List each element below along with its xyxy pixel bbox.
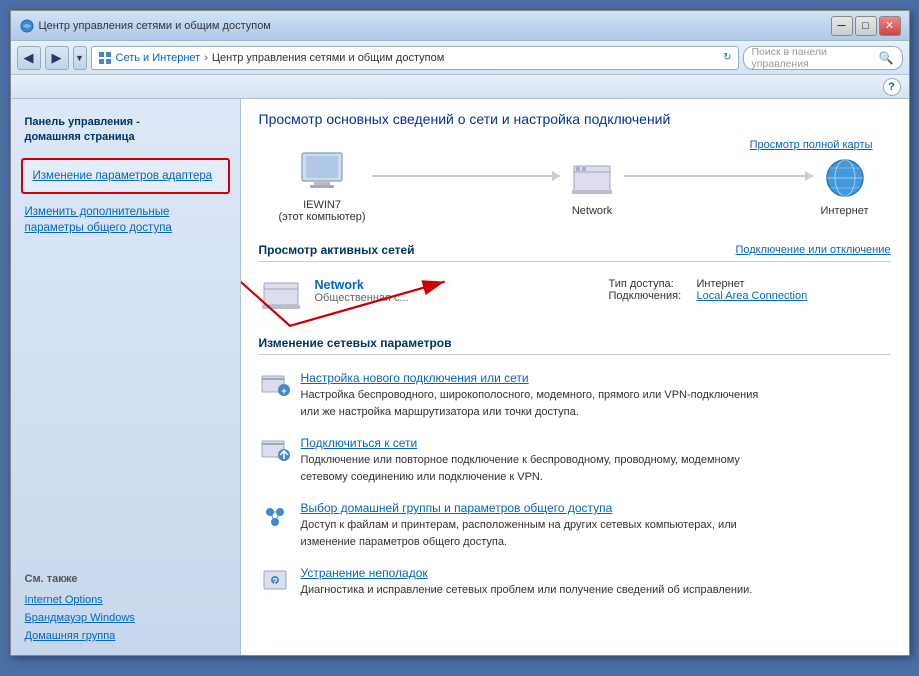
back-button[interactable]: ◀: [17, 46, 41, 70]
settings-text-0: Настройка нового подключения или сети На…: [301, 371, 891, 420]
settings-item-0: + Настройка нового подключения или сети …: [259, 363, 891, 428]
refresh-icon[interactable]: ↻: [723, 52, 731, 63]
setup-connection-icon: +: [259, 371, 291, 401]
map-label-network: Network: [572, 205, 612, 217]
settings-text-3: Устранение неполадок Диагностика и испра…: [301, 566, 891, 599]
connections-label: Подключения:: [609, 290, 689, 302]
access-type-value: Интернет: [697, 278, 745, 290]
change-section-title: Изменение сетевых параметров: [259, 336, 891, 355]
title-bar-left: Центр управления сетями и общим доступом: [19, 18, 271, 34]
search-icon: 🔍: [879, 51, 894, 65]
address-box[interactable]: Сеть и Интернет › Центр управления сетям…: [91, 46, 739, 70]
connect-network-icon: [259, 436, 291, 466]
close-button[interactable]: ✕: [879, 16, 901, 36]
title-bar-controls: ─ □ ✕: [831, 16, 901, 36]
main-window: Центр управления сетями и общим доступом…: [10, 10, 910, 656]
connect-disconnect-link[interactable]: Подключение или отключение: [735, 244, 890, 256]
forward-button[interactable]: ▶: [45, 46, 69, 70]
sidebar-sharing-settings[interactable]: Изменить дополнительные параметры общего…: [11, 200, 240, 240]
help-button[interactable]: ?: [883, 78, 901, 96]
network-map: Просмотр полной карты IEWIN7 (этот компь…: [259, 139, 891, 233]
network-info: Network Общественная с...: [315, 278, 597, 304]
setup-connection-desc: Настройка беспроводного, широкополосного…: [301, 387, 891, 420]
map-label-computer: IEWIN7 (этот компьютер): [279, 199, 366, 223]
breadcrumb-network[interactable]: Сеть и Интернет: [116, 52, 201, 64]
network-icon: [566, 155, 618, 201]
connections-value[interactable]: Local Area Connection: [697, 290, 808, 302]
view-full-map-link[interactable]: Просмотр полной карты: [750, 139, 873, 151]
map-connector-2: [624, 175, 812, 177]
connections-row: Подключения: Local Area Connection: [609, 290, 891, 302]
sidebar-home-title: Панель управления - домашняя страница: [11, 109, 240, 152]
settings-text-2: Выбор домашней группы и параметров общег…: [301, 501, 891, 550]
internet-icon: [819, 155, 871, 201]
svg-text:?: ?: [272, 577, 277, 586]
settings-item-2: Выбор домашней группы и параметров общег…: [259, 493, 891, 558]
sidebar-also-title: См. также: [11, 567, 240, 591]
map-item-computer: IEWIN7 (этот компьютер): [279, 149, 366, 223]
maximize-button[interactable]: □: [855, 16, 877, 36]
troubleshoot-desc: Диагностика и исправление сетевых пробле…: [301, 582, 891, 599]
connect-network-link[interactable]: Подключиться к сети: [301, 436, 891, 450]
active-networks-title: Просмотр активных сетей: [259, 243, 415, 257]
network-row: Network Общественная с... Тип доступа: И…: [259, 270, 891, 324]
troubleshoot-link[interactable]: Устранение неполадок: [301, 566, 891, 580]
change-settings-section: Изменение сетевых параметров + Настройка…: [259, 336, 891, 607]
page-title: Просмотр основных сведений о сети и наст…: [259, 111, 891, 127]
settings-item-1: Подключиться к сети Подключение или повт…: [259, 428, 891, 493]
sidebar: Панель управления - домашняя страница Из…: [11, 99, 241, 655]
title-text: Центр управления сетями и общим доступом: [39, 20, 271, 32]
setup-connection-link[interactable]: Настройка нового подключения или сети: [301, 371, 891, 385]
search-placeholder: Поиск в панели управления: [752, 46, 875, 70]
dropdown-button[interactable]: ▼: [73, 46, 87, 70]
content-area: Просмотр основных сведений о сети и наст…: [241, 99, 909, 655]
sidebar-adapter-settings[interactable]: Изменение параметров адаптера: [21, 158, 230, 194]
grid-icon: [98, 51, 112, 65]
homegroup-icon: [259, 501, 291, 531]
map-connector-1: [372, 175, 560, 177]
title-bar: Центр управления сетями и общим доступом…: [11, 11, 909, 41]
minimize-button[interactable]: ─: [831, 16, 853, 36]
breadcrumb-separator: ›: [204, 52, 208, 64]
sidebar-spacer: [11, 240, 240, 567]
active-networks-header: Просмотр активных сетей Подключение или …: [259, 243, 891, 262]
sidebar-internet-options[interactable]: Internet Options: [11, 591, 240, 609]
main-area: Панель управления - домашняя страница Из…: [11, 99, 909, 655]
settings-text-1: Подключиться к сети Подключение или повт…: [301, 436, 891, 485]
breadcrumb-current: Центр управления сетями и общим доступом: [212, 52, 444, 64]
sidebar-firewall[interactable]: Брандмауэр Windows: [11, 609, 240, 627]
access-type-row: Тип доступа: Интернет: [609, 278, 891, 290]
active-network-icon: [259, 278, 303, 316]
computer-icon: [296, 149, 348, 195]
map-item-internet: Интернет: [819, 155, 871, 217]
troubleshoot-icon: ?: [259, 566, 291, 596]
access-type-label: Тип доступа:: [609, 278, 689, 290]
homegroup-desc: Доступ к файлам и принтерам, расположенн…: [301, 517, 891, 550]
search-box[interactable]: Поиск в панели управления 🔍: [743, 46, 903, 70]
map-item-network: Network: [566, 155, 618, 217]
app-icon: [19, 18, 35, 34]
map-label-internet: Интернет: [821, 205, 869, 217]
help-bar: ?: [11, 75, 909, 99]
sidebar-homegroup[interactable]: Домашняя группа: [11, 627, 240, 645]
settings-item-3: ? Устранение неполадок Диагностика и исп…: [259, 558, 891, 607]
network-details: Тип доступа: Интернет Подключения: Local…: [609, 278, 891, 302]
active-network-name[interactable]: Network: [315, 278, 597, 292]
svg-text:+: +: [281, 386, 286, 396]
connect-network-desc: Подключение или повторное подключение к …: [301, 452, 891, 485]
address-bar: ◀ ▶ ▼ Сеть и Интернет › Центр управления…: [11, 41, 909, 75]
active-network-type: Общественная с...: [315, 292, 597, 304]
homegroup-link[interactable]: Выбор домашней группы и параметров общег…: [301, 501, 891, 515]
